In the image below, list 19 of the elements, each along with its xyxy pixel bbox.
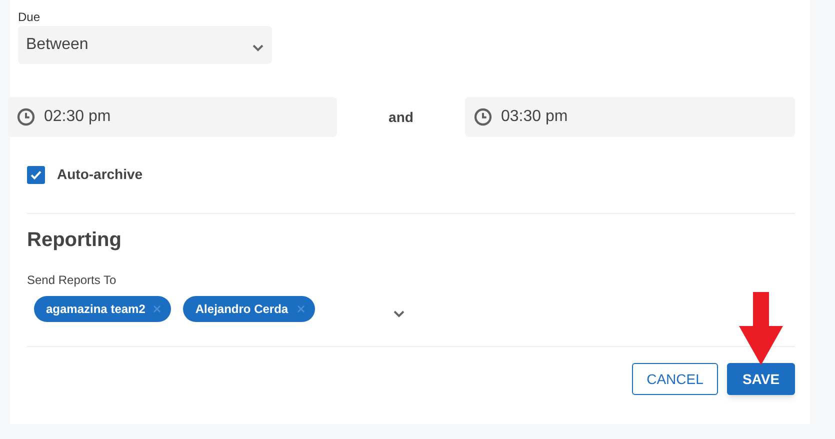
auto-archive-label: Auto-archive [57, 165, 143, 184]
cancel-button[interactable]: CANCEL [632, 363, 718, 395]
send-reports-label: Send Reports To [27, 273, 118, 287]
recipient-chip[interactable]: agamazina team2 [34, 296, 172, 322]
due-label: Due [18, 10, 42, 24]
time-field[interactable]: 02:30 pm [8, 97, 337, 137]
time-field[interactable]: 03:30 pm [465, 97, 795, 137]
clock-icon [473, 107, 493, 127]
chevron-down-icon [393, 310, 406, 318]
due-select[interactable]: Between [18, 26, 272, 64]
clock-icon [16, 107, 36, 127]
remove-icon[interactable] [297, 305, 306, 313]
reporting-heading: Reporting [27, 228, 122, 253]
chevron-down-icon [252, 44, 264, 52]
and-label: and [388, 108, 414, 126]
auto-archive-checkbox[interactable] [27, 166, 45, 184]
recipient-chip[interactable]: Alejandro Cerda [183, 296, 316, 322]
save-button[interactable]: SAVE [727, 363, 795, 395]
remove-icon[interactable] [153, 305, 162, 313]
